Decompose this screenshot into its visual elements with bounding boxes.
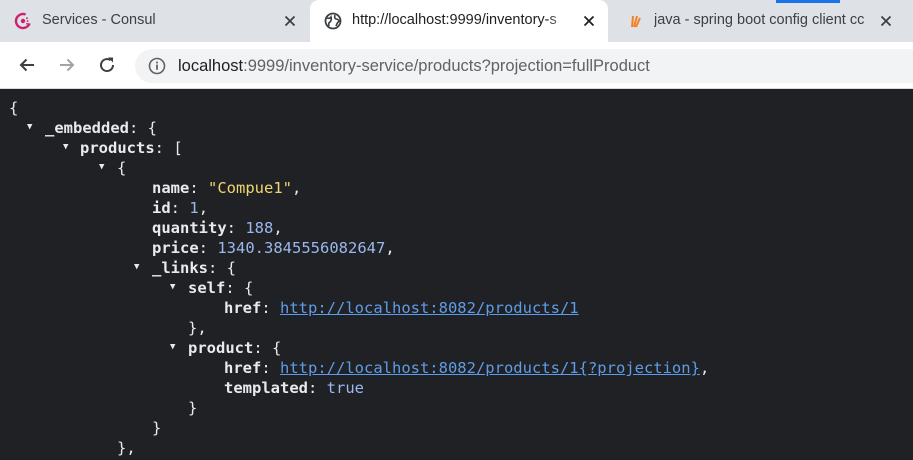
url-host: localhost	[178, 57, 244, 75]
json-line-product: product: {	[188, 339, 282, 357]
collapse-triangle-icon[interactable]: ▼	[27, 117, 32, 137]
json-key: templated	[224, 379, 308, 397]
collapse-triangle-icon[interactable]: ▼	[99, 157, 104, 177]
tab-stackoverflow[interactable]: java - spring boot config client cc	[612, 0, 913, 42]
stackoverflow-icon	[631, 15, 641, 28]
forward-button[interactable]	[53, 51, 81, 79]
json-key: self	[188, 279, 226, 297]
tab-title: java - spring boot config client cc	[654, 12, 865, 28]
collapse-triangle-icon[interactable]: ▼	[170, 337, 175, 357]
json-key: price	[152, 239, 199, 257]
root-open-brace: {	[9, 99, 19, 117]
json-key: href	[224, 359, 262, 377]
json-number: 188	[245, 219, 274, 237]
url-path: :9999/inventory-service/products?project…	[243, 57, 650, 75]
json-line-item-open: {	[117, 159, 127, 177]
json-line-self-href: href: http://localhost:8082/products/1	[224, 299, 579, 317]
tab-inventory[interactable]: http://localhost:9999/inventory-s	[310, 0, 608, 42]
json-line-product-href: href: http://localhost:8082/products/1{?…	[224, 359, 710, 377]
json-line-self: self: {	[188, 279, 254, 297]
json-line-links-close: }	[152, 419, 162, 437]
globe-icon	[324, 12, 342, 30]
close-icon[interactable]	[878, 13, 894, 29]
json-key: product	[188, 339, 254, 357]
json-line-links: _links: {	[152, 259, 236, 277]
info-icon[interactable]	[148, 57, 166, 75]
json-line-id: id: 1,	[152, 199, 209, 217]
close-icon[interactable]	[282, 13, 298, 29]
back-arrow-icon	[19, 58, 34, 72]
self-href-link[interactable]: http://localhost:8082/products/1	[280, 299, 579, 317]
tab-title-fade	[546, 8, 576, 34]
collapse-triangle-icon[interactable]: ▼	[170, 277, 175, 297]
json-line-item-close: },	[117, 439, 136, 457]
json-number: 1	[189, 199, 199, 217]
json-line-embedded: _embedded: {	[45, 119, 157, 137]
browser-toolbar: localhost:9999/inventory-service/product…	[0, 42, 913, 89]
json-line-self-close: },	[188, 319, 207, 337]
back-button[interactable]	[13, 51, 41, 79]
json-key: name	[152, 179, 190, 197]
json-key: _links	[152, 259, 208, 277]
json-key: products	[80, 139, 155, 157]
url-text[interactable]: localhost:9999/inventory-service/product…	[178, 57, 650, 76]
json-line-products: products: [	[80, 139, 183, 157]
json-line-price: price: 1340.3845556082647,	[152, 239, 395, 257]
tab-strip: Services - Consul http://localhost:9999/…	[0, 0, 913, 42]
collapse-triangle-icon[interactable]: ▼	[63, 137, 68, 157]
consul-icon	[14, 12, 32, 30]
tab-title: Services - Consul	[42, 12, 156, 28]
json-number: 1340.3845556082647	[217, 239, 386, 257]
json-line-quantity: quantity: 188,	[152, 219, 283, 237]
json-line-templated: templated: true	[224, 379, 364, 397]
close-icon[interactable]	[581, 13, 597, 29]
collapse-triangle-icon[interactable]: ▼	[134, 257, 139, 277]
product-href-link[interactable]: http://localhost:8082/products/1{?projec…	[280, 359, 700, 377]
json-key: id	[152, 199, 171, 217]
json-key: quantity	[152, 219, 227, 237]
json-string: "Compue1"	[208, 179, 292, 197]
json-viewer: { ▼ _embedded: { ▼ products: [ ▼ { name:…	[0, 89, 913, 460]
reload-icon	[100, 57, 115, 73]
address-bar[interactable]: localhost:9999/inventory-service/product…	[135, 49, 913, 83]
json-key: href	[224, 299, 262, 317]
json-boolean: true	[326, 379, 364, 397]
json-line-product-close: }	[188, 399, 198, 417]
tab-consul[interactable]: Services - Consul	[0, 0, 308, 42]
json-key: _embedded	[45, 119, 129, 137]
reload-button[interactable]	[93, 51, 121, 79]
forward-arrow-icon	[60, 58, 75, 72]
json-line-name: name: "Compue1",	[152, 179, 302, 197]
